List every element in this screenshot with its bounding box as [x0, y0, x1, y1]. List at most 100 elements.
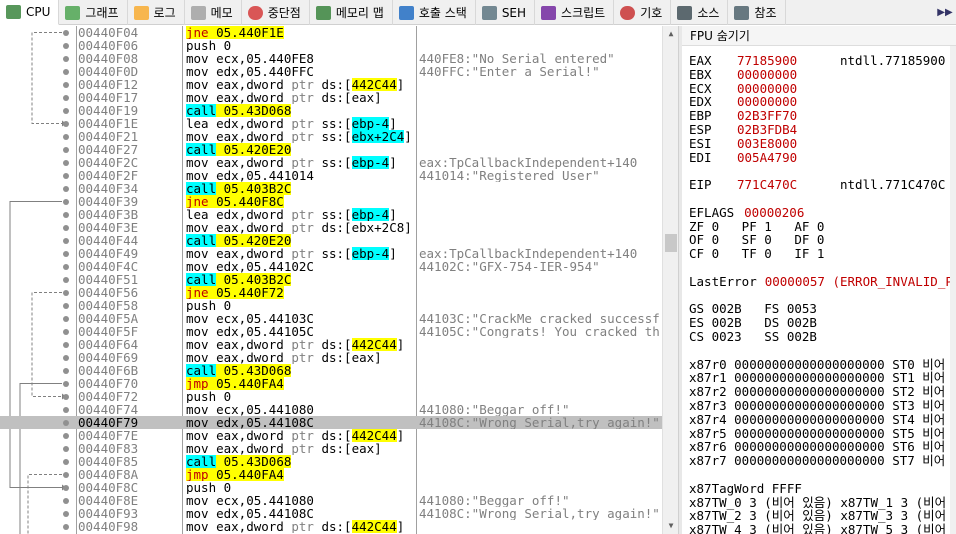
- register-value[interactable]: 771C470C: [737, 177, 797, 192]
- register-esp[interactable]: ESP 02B3FDB4: [689, 123, 956, 137]
- breakpoint-dot-icon[interactable]: [63, 121, 69, 127]
- breakpoint-dot-icon[interactable]: [63, 251, 69, 257]
- register-ebp[interactable]: EBP 02B3FF70: [689, 109, 956, 123]
- breakpoint-dot-icon[interactable]: [63, 459, 69, 465]
- breakpoint-dot-icon[interactable]: [63, 277, 69, 283]
- disasm-row[interactable]: 00440F98 mov eax,dword ptr ds:[442C44]: [0, 520, 666, 533]
- register-value[interactable]: 00000000: [737, 94, 797, 109]
- tab-script[interactable]: 스크립트: [535, 0, 615, 25]
- x87-tw-row[interactable]: x87TW_0 3 (비어 있음) x87TW_1 3 (비어 있음): [689, 495, 956, 510]
- register-ebx[interactable]: EBX 00000000: [689, 67, 956, 82]
- breakpoint-dot-icon[interactable]: [63, 238, 69, 244]
- x87-register-row[interactable]: x87r0 00000000000000000000 ST0 비어 있음: [689, 357, 956, 372]
- tab-source[interactable]: 소스: [671, 0, 729, 25]
- register-edi[interactable]: EDI 005A4790: [689, 150, 956, 165]
- register-value[interactable]: 00000206: [744, 205, 804, 220]
- register-value[interactable]: 00000057 (ERROR_INVALID_PARAMETER): [765, 274, 956, 289]
- breakpoint-dot-icon[interactable]: [63, 199, 69, 205]
- breakpoint-dot-icon[interactable]: [63, 329, 69, 335]
- x87-tagword[interactable]: x87TagWord FFFF: [689, 481, 956, 496]
- x87-register-row[interactable]: x87r6 00000000000000000000 ST6 비어 있음: [689, 440, 956, 454]
- breakpoint-dot-icon[interactable]: [63, 316, 69, 322]
- register-edx[interactable]: EDX 00000000: [689, 95, 956, 109]
- tab-notes[interactable]: 메모: [185, 0, 242, 25]
- segment-row[interactable]: ES 002B DS 002B: [689, 316, 956, 330]
- breakpoint-dot-icon[interactable]: [63, 407, 69, 413]
- breakpoint-dot-icon[interactable]: [63, 420, 69, 426]
- segment-row[interactable]: CS 0023 SS 002B: [689, 330, 956, 344]
- breakpoint-dot-icon[interactable]: [63, 394, 69, 400]
- x87-register-row[interactable]: x87r5 00000000000000000000 ST5 비어 있음: [689, 426, 956, 441]
- register-value[interactable]: 005A4790: [737, 150, 797, 165]
- breakpoint-dot-icon[interactable]: [63, 472, 69, 478]
- breakpoint-dot-icon[interactable]: [63, 173, 69, 179]
- x87-tw-row[interactable]: x87TW_2 3 (비어 있음) x87TW_3 3 (비어 있음): [689, 509, 956, 523]
- register-value[interactable]: 02B3FDB4: [737, 122, 797, 137]
- tab-log[interactable]: 로그: [128, 0, 185, 25]
- breakpoint-dot-icon[interactable]: [63, 212, 69, 218]
- x87-register-row[interactable]: x87r2 00000000000000000000 ST2 비어 있음: [689, 385, 956, 399]
- tab-cpu[interactable]: CPU: [0, 0, 60, 25]
- breakpoint-dot-icon[interactable]: [63, 264, 69, 270]
- segment-row[interactable]: GS 002B FS 0053: [689, 302, 956, 316]
- scroll-up-icon[interactable]: ▲: [663, 26, 678, 42]
- register-ecx[interactable]: ECX 00000000: [689, 81, 956, 96]
- register-value[interactable]: 02B3FF70: [737, 108, 797, 123]
- breakpoint-dot-icon[interactable]: [63, 160, 69, 166]
- breakpoint-dot-icon[interactable]: [63, 381, 69, 387]
- tab-symbols[interactable]: 기호: [614, 0, 672, 25]
- breakpoint-dot-icon[interactable]: [63, 56, 69, 62]
- breakpoint-dot-icon[interactable]: [63, 498, 69, 504]
- register-value[interactable]: 77185900: [737, 53, 797, 68]
- x87-register-row[interactable]: x87r7 00000000000000000000 ST7 비어 있음: [689, 454, 956, 468]
- breakpoint-dot-icon[interactable]: [63, 134, 69, 140]
- register-lasterror[interactable]: LastError 00000057 (ERROR_INVALID_PARAMET…: [689, 274, 956, 289]
- registers-scrollbar[interactable]: [950, 46, 956, 534]
- breakpoint-dot-icon[interactable]: [63, 290, 69, 296]
- register-esi[interactable]: ESI 003E8000: [689, 136, 956, 151]
- breakpoint-dot-icon[interactable]: [63, 433, 69, 439]
- breakpoint-dot-icon[interactable]: [63, 524, 69, 530]
- breakpoint-dot-icon[interactable]: [63, 446, 69, 452]
- register-eflags[interactable]: EFLAGS 00000206: [689, 205, 956, 220]
- tab-breakpoint[interactable]: 중단점: [242, 0, 310, 25]
- x87-register-row[interactable]: x87r3 00000000000000000000 ST3 비어 있음: [689, 399, 956, 413]
- breakpoint-dot-icon[interactable]: [63, 147, 69, 153]
- x87-tw-row[interactable]: x87TW_4 3 (비어 있음) x87TW_5 3 (비어 있음): [689, 523, 956, 534]
- register-value[interactable]: 003E8000: [737, 136, 797, 151]
- x87-register-row[interactable]: x87r1 00000000000000000000 ST1 비어 있음: [689, 371, 956, 385]
- breakpoint-dot-icon[interactable]: [63, 368, 69, 374]
- breakpoint-dot-icon[interactable]: [63, 355, 69, 361]
- breakpoint-dot-icon[interactable]: [63, 303, 69, 309]
- breakpoint-dot-icon[interactable]: [63, 511, 69, 517]
- flags-row[interactable]: CF 0 TF 0 IF 1: [689, 247, 956, 261]
- breakpoint-dot-icon[interactable]: [63, 108, 69, 114]
- scrollbar-thumb[interactable]: [665, 234, 677, 252]
- register-value[interactable]: 00000000: [737, 67, 797, 82]
- register-eax[interactable]: EAX 77185900 ntdll.77185900: [689, 54, 956, 68]
- tab-graph[interactable]: 그래프: [59, 0, 128, 25]
- register-value[interactable]: 00000000: [737, 81, 797, 96]
- flags-row[interactable]: OF 0 SF 0 DF 0: [689, 233, 956, 247]
- breakpoint-dot-icon[interactable]: [63, 43, 69, 49]
- breakpoint-dot-icon[interactable]: [63, 82, 69, 88]
- x87-register-row[interactable]: x87r4 00000000000000000000 ST4 비어 있음: [689, 412, 956, 427]
- breakpoint-dot-icon[interactable]: [63, 30, 69, 36]
- register-eip[interactable]: EIP 771C470C ntdll.771C470C: [689, 178, 956, 192]
- breakpoint-dot-icon[interactable]: [63, 186, 69, 192]
- breakpoint-dot-icon[interactable]: [63, 225, 69, 231]
- breakpoint-dot-icon[interactable]: [63, 95, 69, 101]
- disassembly-scrollbar[interactable]: ▲ ▼: [662, 26, 678, 534]
- tab-call-stack[interactable]: 호출 스택: [393, 0, 476, 25]
- tab-references[interactable]: 참조: [728, 0, 786, 25]
- breakpoint-dot-icon[interactable]: [63, 485, 69, 491]
- breakpoint-dot-icon[interactable]: [63, 69, 69, 75]
- tab-scroll-right-icon[interactable]: ▶▶: [934, 0, 956, 25]
- scroll-down-icon[interactable]: ▼: [663, 518, 678, 534]
- tab-memory-map[interactable]: 메모리 맵: [310, 0, 393, 25]
- disassembly-view[interactable]: 00440F04 jne 05.440F1E 00440F06 push 0 00440…: [0, 26, 678, 534]
- tab-seh[interactable]: SEH: [476, 0, 536, 25]
- flags-row[interactable]: ZF 0 PF 1 AF 0: [689, 219, 956, 234]
- breakpoint-dot-icon[interactable]: [63, 342, 69, 348]
- hide-fpu-button[interactable]: FPU 숨기기: [682, 26, 956, 46]
